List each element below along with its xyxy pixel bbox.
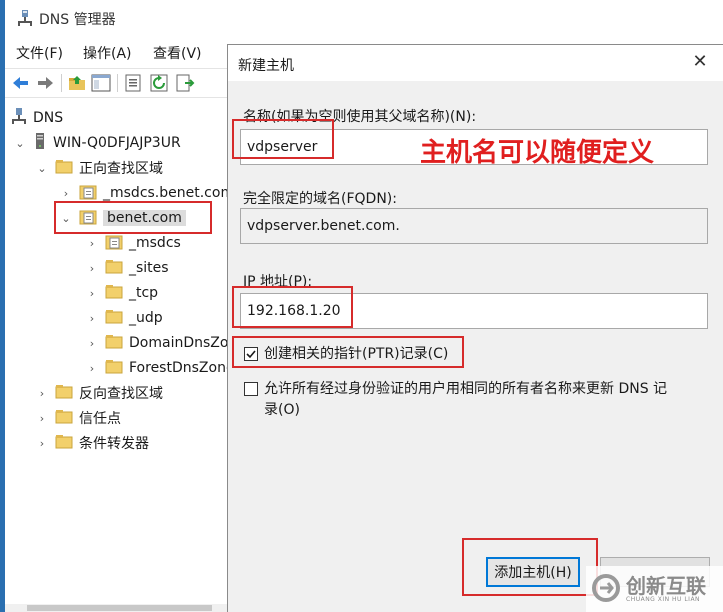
- folder-icon: [105, 283, 123, 303]
- allow-update-label-line1: 允许所有经过身份验证的用户用相同的所有者名称来更新 DNS 记: [264, 381, 668, 397]
- chevron-right-icon[interactable]: ›: [59, 186, 73, 200]
- folder-icon: [55, 383, 73, 403]
- back-arrow-icon[interactable]: [11, 73, 31, 93]
- chevron-right-icon[interactable]: ›: [85, 311, 99, 325]
- chevron-right-icon[interactable]: ›: [85, 236, 99, 250]
- watermark-subtext: CHUANG XIN HU LIAN: [626, 596, 701, 603]
- menu-bar: 文件(F) 操作(A) 查看(V): [5, 40, 235, 64]
- fqdn-field: vdpserver.benet.com.: [240, 208, 708, 244]
- zone-file-icon: [105, 232, 123, 254]
- menu-file[interactable]: 文件(F): [16, 43, 63, 63]
- chevron-right-icon[interactable]: ›: [35, 436, 49, 450]
- watermark: 创新互联 CHUANG XIN HU LIAN: [586, 566, 723, 612]
- chevron-right-icon[interactable]: ›: [85, 361, 99, 375]
- chevron-right-icon[interactable]: ›: [35, 411, 49, 425]
- up-folder-icon[interactable]: [67, 73, 87, 93]
- chevron-right-icon[interactable]: ›: [85, 336, 99, 350]
- chevron-down-icon[interactable]: ⌄: [35, 161, 49, 175]
- close-icon[interactable]: ✕: [690, 53, 710, 73]
- folder-icon: [105, 333, 123, 353]
- tree-item-msdcs[interactable]: › _msdcs: [85, 232, 181, 254]
- server-icon: [33, 132, 47, 154]
- window-title: DNS 管理器: [39, 12, 116, 28]
- folder-icon: [105, 308, 123, 328]
- chevron-right-icon[interactable]: ›: [85, 261, 99, 275]
- watermark-text: 创新互联: [626, 574, 706, 598]
- folder-icon: [55, 408, 73, 428]
- menu-view[interactable]: 查看(V): [153, 43, 202, 63]
- menu-action[interactable]: 操作(A): [83, 43, 132, 63]
- toolbar: [5, 68, 227, 98]
- fqdn-label: 完全限定的域名(FQDN):: [243, 191, 397, 207]
- console-tree: DNS ⌄ WIN-Q0DFJAJP3UR ⌄ 正向查找区域 › _msdcs.…: [5, 104, 253, 604]
- tree-item-dns[interactable]: DNS: [11, 107, 63, 129]
- dns-app-icon: [17, 9, 33, 31]
- dialog-title: 新建主机: [238, 58, 294, 74]
- scrollbar-thumb[interactable]: [27, 605, 212, 611]
- dialog-title-bar: 新建主机 ✕: [228, 45, 723, 81]
- title-bar: DNS 管理器: [5, 0, 723, 36]
- show-hide-console-tree-icon[interactable]: [91, 73, 111, 93]
- refresh-icon[interactable]: [149, 73, 169, 93]
- folder-icon: [55, 158, 73, 178]
- folder-icon: [55, 433, 73, 453]
- allow-update-checkbox[interactable]: [244, 382, 258, 396]
- annotation-box-ip: [232, 286, 353, 328]
- horizontal-scrollbar[interactable]: [5, 604, 227, 612]
- chevron-right-icon[interactable]: ›: [35, 386, 49, 400]
- folder-icon: [105, 258, 123, 278]
- annotation-text: 主机名可以随便定义: [420, 138, 655, 168]
- tree-item-reverse-lookup-zones[interactable]: › 反向查找区域: [35, 382, 163, 404]
- annotation-box-benet-com: [54, 201, 212, 234]
- tree-item-udp[interactable]: › _udp: [85, 307, 163, 329]
- tree-item-sites[interactable]: › _sites: [85, 257, 169, 279]
- annotation-box-add-host: [462, 538, 598, 596]
- tree-item-forestdnszones[interactable]: › ForestDnsZones: [85, 357, 242, 379]
- chevron-down-icon[interactable]: ⌄: [13, 136, 27, 150]
- export-list-icon[interactable]: [175, 73, 195, 93]
- tree-item-trust-points[interactable]: › 信任点: [35, 407, 121, 429]
- tree-item-conditional-forwarders[interactable]: › 条件转发器: [35, 432, 149, 454]
- tree-item-server[interactable]: ⌄ WIN-Q0DFJAJP3UR: [13, 132, 181, 154]
- tree-item-forward-lookup-zones[interactable]: ⌄ 正向查找区域: [35, 157, 163, 179]
- annotation-box-name: [232, 119, 334, 159]
- forward-arrow-icon[interactable]: [35, 73, 55, 93]
- tree-item-tcp[interactable]: › _tcp: [85, 282, 158, 304]
- watermark-logo-icon: [590, 572, 622, 608]
- chevron-right-icon[interactable]: ›: [85, 286, 99, 300]
- allow-update-label-line2: 录(O): [264, 402, 300, 418]
- annotation-box-ptr: [232, 336, 464, 368]
- properties-icon[interactable]: [123, 73, 143, 93]
- dns-icon: [11, 107, 27, 129]
- allow-update-checkbox-row[interactable]: 允许所有经过身份验证的用户用相同的所有者名称来更新 DNS 记 录(O): [244, 379, 704, 421]
- folder-icon: [105, 358, 123, 378]
